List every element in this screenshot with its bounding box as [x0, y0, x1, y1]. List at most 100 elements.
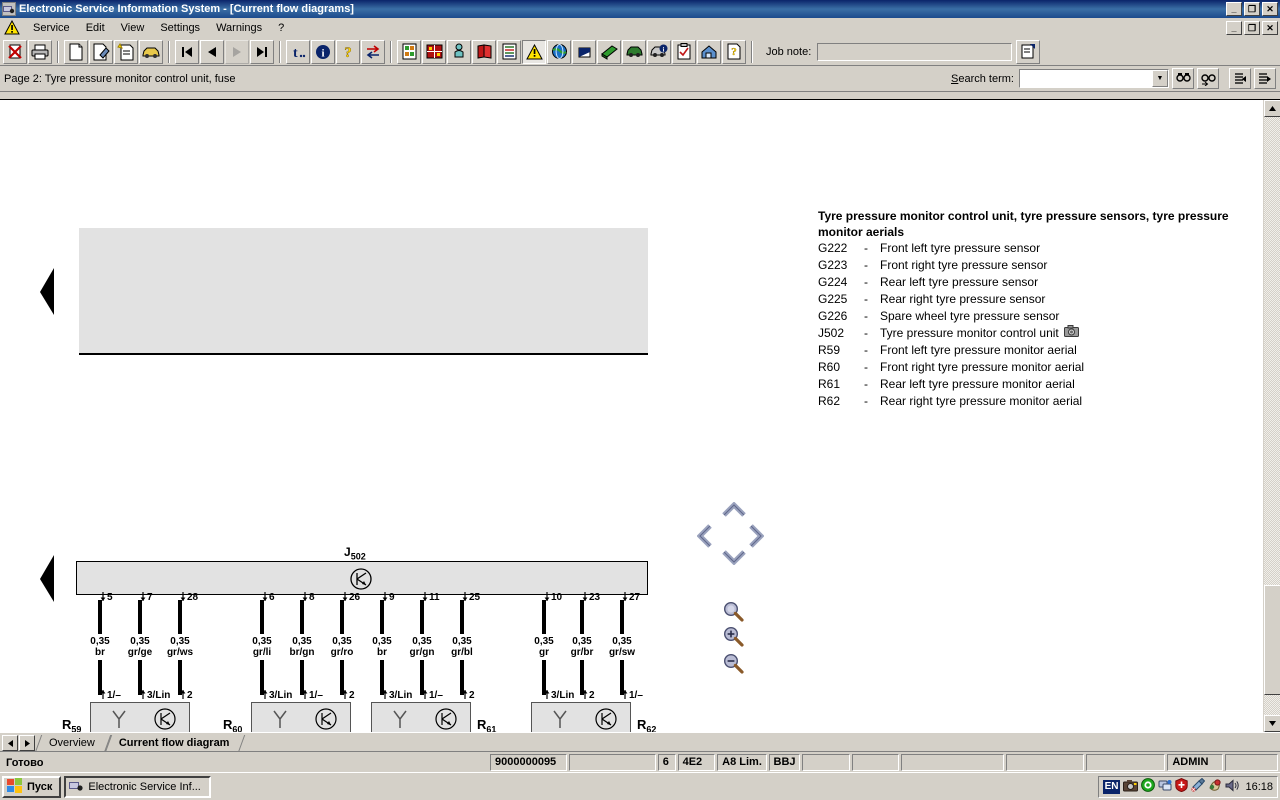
toolbar-separator: [55, 40, 62, 63]
new-note-button[interactable]: [114, 39, 138, 64]
checklist-button[interactable]: [672, 39, 696, 64]
help-page-button[interactable]: ?: [722, 39, 746, 64]
toolbar-separator: [749, 40, 756, 63]
tools-button[interactable]: t: [286, 39, 310, 64]
menu-item-edit[interactable]: Edit: [79, 20, 112, 36]
terminal-label: 3/Lin: [544, 690, 574, 701]
magnifier-plus-icon[interactable]: [722, 625, 744, 650]
edit-document-button[interactable]: [89, 39, 113, 64]
menu-item-warnings[interactable]: Warnings: [209, 20, 269, 36]
pin-number: 23: [582, 592, 600, 603]
matrix-button[interactable]: [422, 39, 446, 64]
tab-scroll-right-icon[interactable]: [19, 735, 35, 751]
control-unit-letter: J: [344, 545, 351, 559]
language-indicator[interactable]: EN: [1102, 779, 1121, 794]
aerial-box-r61[interactable]: [371, 702, 471, 732]
exit-button[interactable]: [3, 39, 27, 64]
chevron-down-icon[interactable]: ▼: [1152, 70, 1168, 87]
aerial-box-r59[interactable]: [90, 702, 190, 732]
close-button[interactable]: ✕: [1262, 2, 1278, 16]
status-cell-user: ADMIN: [1167, 754, 1223, 771]
help-button[interactable]: ?: [336, 39, 360, 64]
tab-current-flow-diagram[interactable]: Current flow diagram: [105, 735, 240, 752]
next-page-button[interactable]: [225, 39, 249, 64]
tab-scroll-left-icon[interactable]: [2, 735, 18, 751]
vertical-scrollbar[interactable]: [1263, 100, 1280, 732]
mdi-minimize-button[interactable]: _: [1226, 20, 1242, 35]
search-input[interactable]: [1020, 70, 1152, 87]
pan-up-chevron-icon[interactable]: [721, 501, 747, 521]
magnifier-minus-icon[interactable]: [722, 652, 744, 677]
car-info-button[interactable]: i: [647, 39, 671, 64]
pan-right-chevron-icon[interactable]: [748, 523, 765, 552]
search-label-rest: earch term:: [958, 72, 1014, 85]
mdi-close-button[interactable]: ✕: [1262, 20, 1278, 35]
search-next-button[interactable]: [1197, 68, 1219, 89]
workshop-button[interactable]: [697, 39, 721, 64]
info-button[interactable]: i: [311, 39, 335, 64]
scroll-up-button[interactable]: [1264, 100, 1280, 117]
toolbar-separator: [388, 40, 395, 63]
aerial-box-r62[interactable]: [531, 702, 631, 732]
legend-desc: Rear left tyre pressure sensor: [880, 275, 1039, 289]
menu-item-settings[interactable]: Settings: [153, 20, 207, 36]
control-unit-box[interactable]: [76, 561, 648, 595]
warnings-button[interactable]: [522, 39, 546, 64]
aerial-box-r60[interactable]: [251, 702, 351, 732]
taskbar-item-label: Electronic Service Inf...: [88, 780, 201, 793]
pan-down-chevron-icon[interactable]: [721, 549, 747, 568]
network-icon[interactable]: [1158, 778, 1172, 795]
settings-tray-icon[interactable]: [1191, 777, 1206, 795]
pan-left-chevron-icon[interactable]: [696, 523, 713, 552]
component-list-button[interactable]: [397, 39, 421, 64]
manual-button[interactable]: [472, 39, 496, 64]
green-target-icon[interactable]: [1141, 778, 1156, 795]
green-book-button[interactable]: [597, 39, 621, 64]
previous-page-button[interactable]: [200, 39, 224, 64]
app-icon: [69, 779, 84, 795]
app-icon: [2, 2, 16, 16]
menu-item-help[interactable]: ?: [271, 20, 291, 36]
menu-bar: Service Edit View Settings Warnings ? _ …: [0, 18, 1280, 38]
menu-item-view[interactable]: View: [114, 20, 152, 36]
search-combo[interactable]: ▼: [1019, 69, 1169, 88]
job-note-input[interactable]: [817, 42, 1013, 61]
clock[interactable]: 16:18: [1242, 781, 1273, 793]
note-edit-icon[interactable]: [1016, 39, 1041, 64]
connector-button[interactable]: [447, 39, 471, 64]
maximize-button[interactable]: ❐: [1244, 2, 1260, 16]
wire-segment: [380, 600, 384, 634]
first-page-button[interactable]: [175, 39, 199, 64]
print-button[interactable]: [28, 39, 52, 64]
camera-tray-icon[interactable]: [1123, 779, 1139, 795]
tab-overview[interactable]: Overview: [35, 735, 105, 752]
volume-icon[interactable]: [1225, 778, 1240, 795]
vehicle-button[interactable]: [139, 39, 163, 64]
start-button[interactable]: Пуск: [2, 775, 62, 798]
camera-icon[interactable]: [1063, 325, 1079, 342]
paint-button[interactable]: [572, 39, 596, 64]
swap-button[interactable]: [361, 39, 385, 64]
list-next-button[interactable]: [1254, 68, 1276, 89]
scroll-down-button[interactable]: [1264, 715, 1280, 732]
helper-tray-icon[interactable]: [1208, 778, 1222, 795]
mdi-restore-button[interactable]: ❐: [1244, 20, 1260, 35]
last-page-button[interactable]: [250, 39, 274, 64]
magnifier-icon[interactable]: [722, 600, 744, 625]
security-shield-icon[interactable]: [1175, 778, 1189, 795]
list-item: G224 - Rear left tyre pressure sensor: [818, 274, 1248, 291]
menu-item-service[interactable]: Service: [26, 20, 77, 36]
scrollbar-thumb[interactable]: [1264, 585, 1280, 695]
globe-button[interactable]: [547, 39, 571, 64]
warning-triangle-icon[interactable]: [4, 19, 20, 35]
car-service-button[interactable]: [622, 39, 646, 64]
legend-code: G226: [818, 309, 848, 323]
list-prev-button[interactable]: [1229, 68, 1251, 89]
diagram-canvas[interactable]: Tyre pressure monitor control unit, tyre…: [0, 100, 1262, 732]
search-button[interactable]: [1172, 68, 1194, 89]
taskbar-item-esis[interactable]: Electronic Service Inf...: [64, 775, 211, 798]
minimize-button[interactable]: _: [1226, 2, 1242, 16]
list-button[interactable]: [497, 39, 521, 64]
new-document-button[interactable]: [64, 39, 88, 64]
legend-dash: -: [864, 360, 868, 374]
